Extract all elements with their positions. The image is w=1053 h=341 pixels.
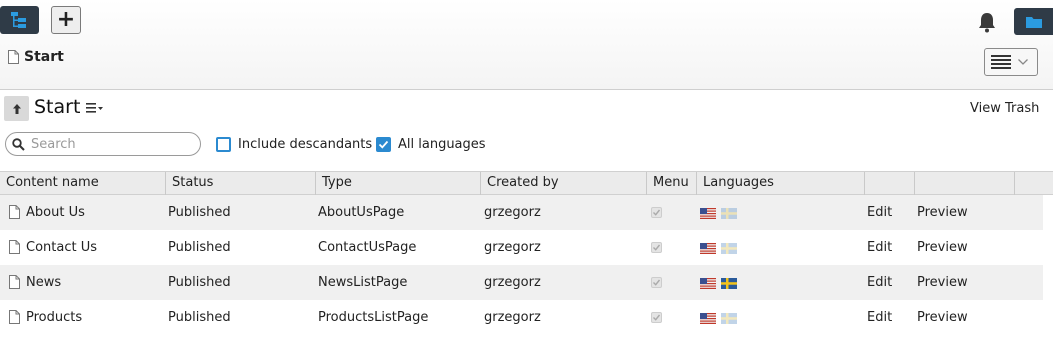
page-icon [9, 205, 20, 219]
page-icon [9, 240, 20, 254]
sweden-flag-icon[interactable] [721, 208, 737, 219]
breadcrumb[interactable]: Start [8, 48, 64, 66]
top-toolbar: + Start [0, 0, 1053, 90]
created-by-cell: grzegorz [484, 275, 541, 290]
column-header-edit [865, 172, 915, 195]
all-languages-checkbox[interactable] [376, 137, 391, 152]
column-header-preview [915, 172, 1015, 195]
column-header-status[interactable]: Status [166, 172, 316, 195]
menu-checkbox [651, 207, 662, 218]
all-languages-label: All languages [398, 137, 486, 152]
include-descendants-label: Include descandants [238, 137, 373, 152]
status-cell: Published [168, 205, 231, 220]
bell-icon [979, 13, 995, 33]
created-by-cell: grzegorz [484, 310, 541, 325]
checkmark-icon [378, 140, 389, 149]
table-row[interactable]: About Us Published AboutUsPage grzegorz … [0, 195, 1043, 230]
context-menu-icon[interactable] [86, 101, 104, 115]
type-cell: ProductsListPage [318, 310, 429, 325]
edit-link[interactable]: Edit [867, 195, 892, 230]
us-flag-icon[interactable] [700, 208, 716, 219]
column-header-extra [1015, 172, 1053, 195]
column-header-created-by[interactable]: Created by [481, 172, 647, 195]
table-row[interactable]: Contact Us Published ContactUsPage grzeg… [0, 230, 1043, 265]
us-flag-icon[interactable] [700, 243, 716, 254]
preview-link[interactable]: Preview [917, 195, 968, 230]
type-cell: NewsListPage [318, 275, 408, 290]
type-cell: ContactUsPage [318, 240, 417, 255]
page-header: Start View Trash [0, 91, 1053, 127]
page-icon [9, 275, 20, 289]
page-icon [9, 310, 20, 324]
status-cell: Published [168, 275, 231, 290]
preview-link[interactable]: Preview [917, 300, 968, 335]
folder-icon [1025, 16, 1042, 28]
created-by-cell: grzegorz [484, 240, 541, 255]
folder-button[interactable] [1014, 8, 1053, 35]
us-flag-icon[interactable] [700, 313, 716, 324]
page-title: Start [34, 96, 81, 118]
status-cell: Published [168, 240, 231, 255]
search-icon [12, 137, 25, 151]
content-name-link[interactable]: Contact Us [26, 230, 97, 265]
vertical-scrollbar[interactable] [1043, 195, 1053, 341]
view-trash-link[interactable]: View Trash [970, 101, 1039, 116]
chevron-down-icon [1018, 59, 1028, 65]
go-up-button[interactable] [4, 96, 29, 121]
add-button[interactable]: + [51, 6, 81, 34]
notifications-button[interactable] [976, 10, 998, 34]
page-icon [8, 50, 19, 64]
content-name-link[interactable]: Products [26, 300, 82, 335]
table-row[interactable]: News Published NewsListPage grzegorz Edi… [0, 265, 1043, 300]
content-name-link[interactable]: News [26, 265, 61, 300]
us-flag-icon[interactable] [700, 278, 716, 289]
arrow-up-icon [12, 103, 21, 114]
type-cell: AboutUsPage [318, 205, 405, 220]
checkmark-icon [653, 314, 661, 321]
created-by-cell: grzegorz [484, 205, 541, 220]
sweden-flag-icon[interactable] [721, 278, 737, 289]
include-descendants-checkbox[interactable] [216, 137, 231, 152]
sweden-flag-icon[interactable] [721, 243, 737, 254]
preview-link[interactable]: Preview [917, 265, 968, 300]
breadcrumb-label: Start [24, 49, 64, 65]
status-cell: Published [168, 310, 231, 325]
tree-toggle-button[interactable] [0, 6, 39, 34]
table-row[interactable]: Products Published ProductsListPage grze… [0, 300, 1043, 335]
menu-checkbox [651, 242, 662, 253]
grid-header: Content name Status Type Created by Menu… [0, 171, 1053, 195]
menu-checkbox [651, 277, 662, 288]
view-toggle-button[interactable] [984, 48, 1038, 76]
menu-checkbox [651, 312, 662, 323]
checkmark-icon [653, 209, 661, 216]
column-header-languages[interactable]: Languages [697, 172, 865, 195]
edit-link[interactable]: Edit [867, 265, 892, 300]
preview-link[interactable]: Preview [917, 230, 968, 265]
checkmark-icon [653, 279, 661, 286]
edit-link[interactable]: Edit [867, 300, 892, 335]
search-field[interactable] [5, 132, 201, 156]
sweden-flag-icon[interactable] [721, 313, 737, 324]
column-header-type[interactable]: Type [316, 172, 481, 195]
search-input[interactable] [31, 136, 191, 152]
plus-icon: + [56, 7, 76, 32]
tree-icon [10, 12, 26, 28]
checkmark-icon [653, 244, 661, 251]
edit-link[interactable]: Edit [867, 230, 892, 265]
content-name-link[interactable]: About Us [26, 195, 85, 230]
column-header-content-name[interactable]: Content name [0, 172, 166, 195]
column-header-menu[interactable]: Menu [647, 172, 697, 195]
list-view-icon [991, 55, 1011, 69]
